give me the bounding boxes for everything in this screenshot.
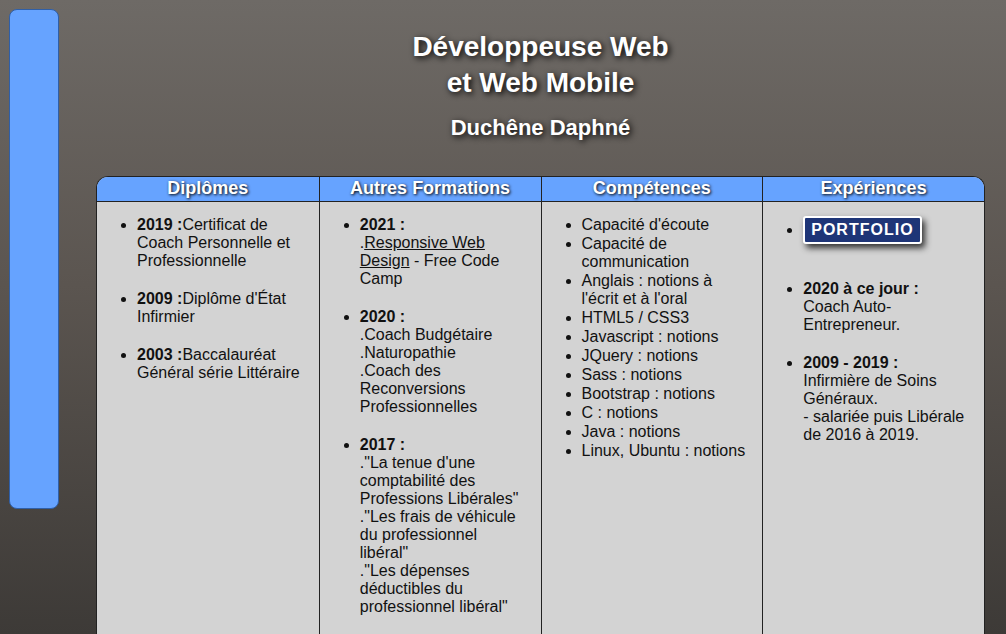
list-item: Sass : notions bbox=[582, 366, 747, 384]
column-header: Expériences bbox=[763, 177, 984, 202]
page: Développeuse Webet Web Mobile Duchêne Dap… bbox=[0, 0, 1006, 634]
list-item: 2017 :."La tenue d'une comptabilité des … bbox=[360, 436, 525, 616]
list-item: 2020 :.Coach Budgétaire.Naturopathie.Coa… bbox=[360, 308, 525, 416]
year: 2021 : bbox=[360, 216, 525, 234]
item-line: Infirmière de Soins Généraux. bbox=[803, 372, 968, 408]
main-content: Développeuse Webet Web Mobile Duchêne Dap… bbox=[96, 0, 985, 634]
cv-column: CompétencesCapacité d'écouteCapacité de … bbox=[541, 177, 763, 634]
list-item: Bootstrap : notions bbox=[582, 385, 747, 403]
item-line: ."Les dépenses déductibles du profession… bbox=[360, 562, 525, 616]
cv-table: Diplômes 2019 :Certificat de Coach Person… bbox=[96, 176, 985, 634]
item-line: - salariée puis Libérale de 2016 à 2019. bbox=[803, 408, 968, 444]
cv-column: Expériences PORTFOLIO 2020 à ce jour :Coac… bbox=[762, 177, 984, 634]
page-title: Développeuse Webet Web Mobile bbox=[96, 29, 985, 101]
year: 2003 : bbox=[137, 346, 182, 363]
list-item: C : notions bbox=[582, 404, 747, 422]
column-list: Capacité d'écouteCapacité de communicati… bbox=[542, 202, 763, 460]
title-line: et Web Mobile bbox=[96, 65, 985, 101]
title-line: Développeuse Web bbox=[96, 29, 985, 65]
list-item: HTML5 / CSS3 bbox=[582, 309, 747, 327]
list-item: 2019 :Certificat de Coach Personnelle et… bbox=[137, 216, 303, 270]
year: 2020 : bbox=[360, 308, 525, 326]
item-line: .Naturopathie bbox=[360, 344, 525, 362]
item-line: .Coach des Reconversions Professionnelle… bbox=[360, 362, 525, 416]
list-item: Anglais : notions à l'écrit et à l'oral bbox=[582, 272, 747, 308]
column-list: 2021 :.Responsive Web Design - Free Code… bbox=[320, 202, 541, 616]
year: 2017 : bbox=[360, 436, 525, 454]
item-line: .Responsive Web Design - Free Code Camp bbox=[360, 234, 525, 288]
side-bar bbox=[9, 9, 59, 509]
column-list: PORTFOLIO 2020 à ce jour :Coach Auto-Entr… bbox=[763, 202, 984, 444]
list-item: 2009 :Diplôme d'État Infirmier bbox=[137, 290, 303, 326]
portfolio-button[interactable]: PORTFOLIO bbox=[803, 216, 921, 244]
person-name: Duchêne Daphné bbox=[96, 115, 985, 141]
item-line: ."La tenue d'une comptabilité des Profes… bbox=[360, 454, 525, 508]
cv-column: Autres Formations 2021 :.Responsive Web D… bbox=[319, 177, 541, 634]
column-list: 2019 :Certificat de Coach Personnelle et… bbox=[97, 202, 319, 382]
list-item: 2020 à ce jour :Coach Auto-Entrepreneur. bbox=[803, 280, 968, 334]
item-line: ."Les frais de véhicule du professionnel… bbox=[360, 508, 525, 562]
year: 2009 : bbox=[137, 290, 182, 307]
list-item: 2021 :.Responsive Web Design - Free Code… bbox=[360, 216, 525, 288]
year: 2019 : bbox=[137, 216, 182, 233]
list-item: Linux, Ubuntu : notions bbox=[582, 442, 747, 460]
list-item: Capacité d'écoute bbox=[582, 216, 747, 234]
list-item: Capacité de communication bbox=[582, 235, 747, 271]
column-header: Compétences bbox=[542, 177, 763, 202]
list-item: 2009 - 2019 :Infirmière de Soins Générau… bbox=[803, 354, 968, 444]
item-line: .Coach Budgétaire bbox=[360, 326, 525, 344]
list-item: Java : notions bbox=[582, 423, 747, 441]
year: 2020 à ce jour : bbox=[803, 280, 968, 298]
list-item: PORTFOLIO bbox=[803, 216, 968, 244]
list-item: Javascript : notions bbox=[582, 328, 747, 346]
header: Développeuse Webet Web Mobile Duchêne Dap… bbox=[96, 0, 985, 147]
item-line: Coach Auto-Entrepreneur. bbox=[803, 298, 968, 334]
cv-column: Diplômes 2019 :Certificat de Coach Person… bbox=[97, 177, 319, 634]
year: 2009 - 2019 : bbox=[803, 354, 968, 372]
column-header: Diplômes bbox=[97, 177, 319, 202]
list-item: 2003 :Baccalauréat Général série Littéra… bbox=[137, 346, 303, 382]
column-header: Autres Formations bbox=[320, 177, 541, 202]
list-item: JQuery : notions bbox=[582, 347, 747, 365]
